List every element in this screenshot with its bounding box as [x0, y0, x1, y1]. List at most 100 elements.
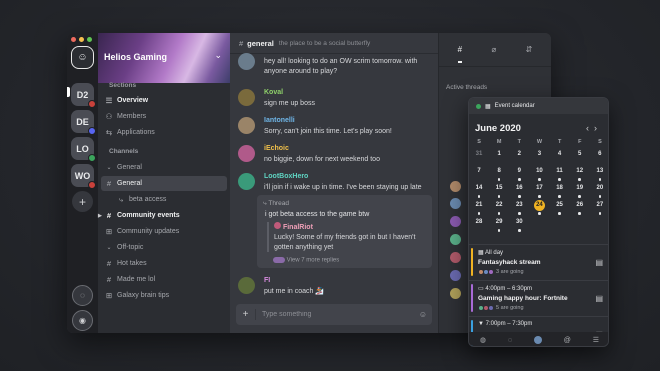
calendar-day[interactable]: 7 — [469, 166, 489, 177]
calendar-day[interactable]: 13 — [590, 166, 608, 181]
calendar-day[interactable]: 30 — [509, 217, 529, 232]
calendar-day[interactable]: 25 — [550, 200, 570, 215]
avatar[interactable] — [450, 181, 461, 192]
calendar-day[interactable]: 20 — [590, 183, 608, 198]
calendar-day[interactable]: 9 — [509, 166, 529, 181]
sidebar-item-applications[interactable]: ⇆ Applications — [101, 125, 227, 140]
calendar-day[interactable]: 29 — [489, 217, 509, 232]
avatar[interactable] — [238, 53, 255, 70]
chevron-right-icon[interactable]: › — [594, 123, 602, 133]
calendar-day[interactable]: 17 — [529, 183, 549, 198]
user-avatar-button[interactable]: ◉ — [72, 310, 93, 331]
emoji-icon[interactable]: ☺ — [419, 310, 427, 319]
add-to-calendar-icon[interactable]: ▤ — [595, 258, 603, 267]
calendar-day[interactable]: 27 — [590, 200, 608, 215]
add-to-calendar-icon[interactable]: ▤ — [595, 294, 603, 303]
calendar-day[interactable]: 14 — [469, 183, 489, 198]
sidebar-item-overview[interactable]: ☰ Overview — [101, 93, 227, 108]
avatar[interactable] — [450, 252, 461, 263]
sidebar-item-members[interactable]: ⚇ Members — [101, 109, 227, 124]
avatar[interactable] — [450, 234, 461, 245]
avatar[interactable] — [238, 277, 255, 294]
sidebar-item-community-updates[interactable]: ⊞ Community updates — [101, 224, 227, 239]
message-author[interactable]: LootBoxHero — [264, 173, 308, 180]
calendar-day[interactable]: 4 — [550, 149, 570, 160]
calendar-day[interactable]: 3 — [529, 149, 549, 160]
chevron-left-icon[interactable]: ‹ — [586, 123, 594, 133]
calendar-day[interactable]: 11 — [550, 166, 570, 181]
chat-bubble-icon[interactable]: ◌ — [508, 337, 512, 344]
reply-author[interactable]: FinalRiot — [274, 222, 427, 231]
calendar-day[interactable]: 23 — [509, 200, 529, 215]
calendar-day[interactable]: 21 — [469, 200, 489, 215]
calendar-day[interactable]: 5 — [570, 149, 590, 160]
attach-button[interactable]: + — [236, 309, 256, 320]
sidebar-item-beta-access[interactable]: ⤷ beta access — [101, 192, 227, 207]
avatar[interactable] — [238, 89, 255, 106]
calendar-day[interactable]: 2 — [509, 149, 529, 160]
maximize-window-button[interactable] — [87, 37, 92, 42]
avatar[interactable] — [238, 117, 255, 134]
home-server-button[interactable]: ☺ — [71, 46, 94, 69]
event-dot — [477, 195, 481, 198]
sidebar-item-galaxy-brain-tips[interactable]: ⊞ Galaxy brain tips — [101, 288, 227, 303]
calendar-day[interactable]: 12 — [570, 166, 590, 181]
server-icon-d2[interactable]: D2 — [71, 83, 96, 108]
message-author[interactable]: Koval — [264, 89, 283, 96]
event-item[interactable]: ▦ All day Fantasyhack stream 3 are going… — [469, 244, 608, 276]
event-dot — [518, 229, 521, 232]
direct-messages-button[interactable]: ◌ — [72, 285, 93, 306]
add-server-button[interactable]: + — [72, 191, 93, 212]
view-more-replies-link[interactable]: View 7 more replies — [273, 257, 339, 264]
calendar-day[interactable]: 28 — [469, 217, 489, 228]
close-window-button[interactable] — [71, 37, 76, 42]
avatar[interactable] — [450, 216, 461, 227]
sidebar-item-made-me-lol[interactable]: # Made me lol — [101, 272, 227, 287]
calendar-day[interactable]: 24 — [529, 200, 549, 215]
server-icon-wo[interactable]: WO — [71, 164, 96, 189]
calendar-day[interactable]: 8 — [489, 166, 509, 181]
message-author[interactable]: Iantonelli — [264, 117, 295, 124]
calendar-day[interactable]: 16 — [509, 183, 529, 198]
menu-icon[interactable]: ☰ — [593, 336, 599, 344]
category-general[interactable]: ⌄ General — [101, 160, 227, 175]
calendar-day[interactable]: 15 — [489, 183, 509, 198]
category-off-topic[interactable]: ⌄ Off-topic — [101, 240, 227, 255]
avatar[interactable] — [238, 145, 255, 162]
hash-icon: # — [106, 211, 112, 220]
avatar[interactable] — [238, 173, 255, 190]
calendar-day[interactable]: 6 — [590, 149, 608, 160]
calendar-day[interactable]: 19 — [570, 183, 590, 198]
tab-channels[interactable]: # — [457, 45, 463, 63]
message-author[interactable]: FI — [264, 277, 270, 284]
calendar-day[interactable]: 26 — [570, 200, 590, 215]
thread-preview[interactable]: ⤷ Thread i got beta access to the game b… — [257, 195, 432, 268]
sidebar-item-hot-takes[interactable]: # Hot takes — [101, 256, 227, 271]
chevron-down-icon[interactable]: ⌄ — [214, 50, 222, 61]
message-author[interactable]: iEchoic — [264, 145, 289, 152]
avatar[interactable] — [450, 270, 461, 281]
avatar[interactable] — [450, 198, 461, 209]
channel-title: general — [247, 38, 274, 48]
server-banner[interactable]: Helios Gaming ⌄ — [98, 33, 230, 83]
tab-attachments[interactable]: ⌀ — [491, 45, 496, 54]
hub-icon[interactable]: ◍ — [480, 336, 486, 344]
server-icon-lo[interactable]: LO — [71, 137, 96, 162]
sidebar-item-general[interactable]: # General — [101, 176, 227, 191]
calendar-day[interactable]: 10 — [529, 166, 549, 181]
avatar[interactable] — [450, 288, 461, 299]
calendar-day[interactable]: 31 — [469, 149, 489, 160]
tab-threads[interactable]: ⇵ — [526, 45, 533, 54]
event-item[interactable]: ▼ 7:00pm – 7:30pm ▤ — [469, 316, 608, 346]
calendar-day[interactable]: 1 — [489, 149, 509, 160]
sidebar-item-community-events[interactable]: ▶ # Community events — [98, 208, 227, 223]
server-icon-de[interactable]: DE — [71, 110, 96, 135]
calendar-day[interactable]: 18 — [550, 183, 570, 198]
avatar[interactable] — [533, 336, 542, 344]
calendar-icon: ▦ — [478, 250, 484, 256]
mention-icon[interactable]: @ — [564, 337, 571, 344]
calendar-day[interactable]: 22 — [489, 200, 509, 215]
minimize-window-button[interactable] — [79, 37, 84, 42]
message-input[interactable] — [262, 311, 412, 318]
event-item[interactable]: ▭ 4:00pm – 6:30pm Gaming happy hour: For… — [469, 280, 608, 312]
